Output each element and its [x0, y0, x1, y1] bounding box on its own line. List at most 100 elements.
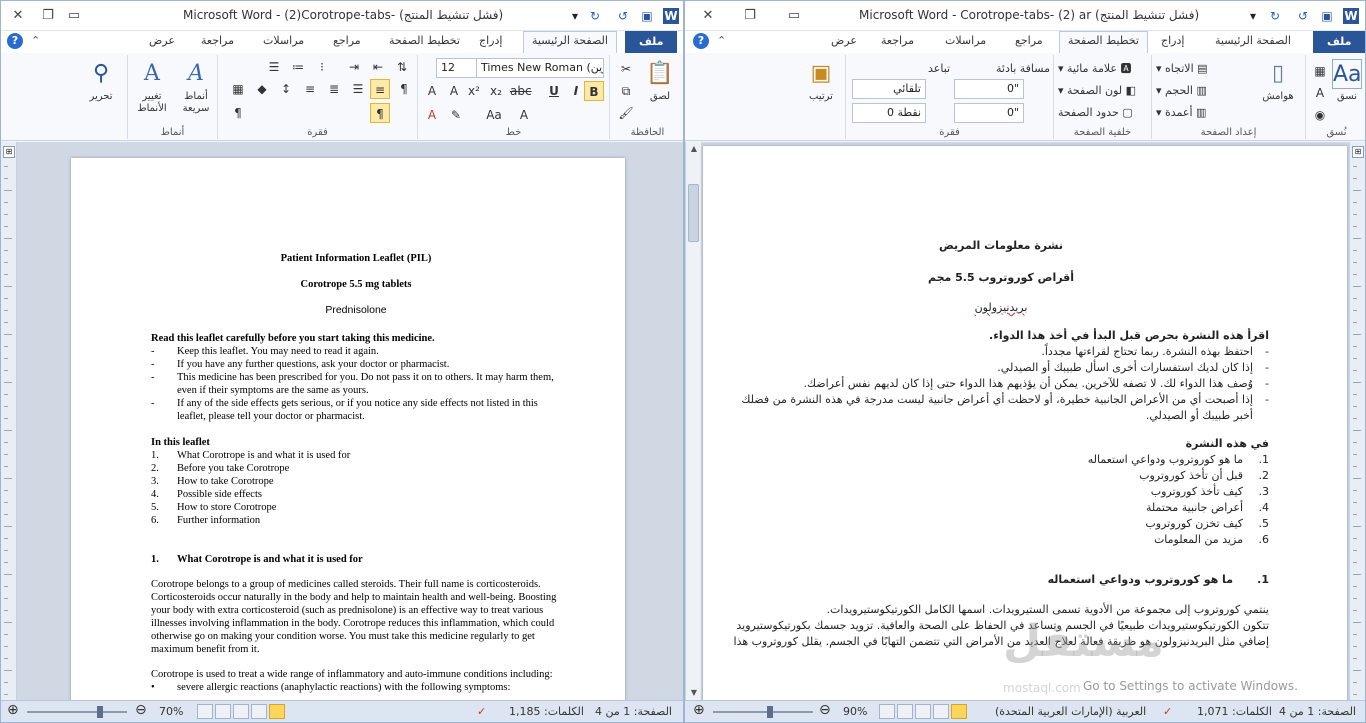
tab-references[interactable]: مراجع — [333, 34, 361, 47]
zoom-slider[interactable] — [713, 711, 813, 713]
proofing-icon[interactable]: ✓ — [477, 705, 486, 718]
underline-icon[interactable]: U — [544, 81, 564, 101]
help-icon[interactable]: ? — [7, 33, 23, 49]
page-color-button[interactable]: ▾ لون الصفحة ◧ — [1058, 81, 1136, 101]
tab-page-layout[interactable]: تخطيط الصفحة — [389, 34, 460, 47]
zoom-knob[interactable] — [767, 706, 773, 718]
scroll-up-icon[interactable]: ▲ — [686, 142, 702, 156]
redo-icon[interactable]: ↺ — [1295, 8, 1311, 24]
zoom-slider[interactable] — [27, 711, 127, 713]
clear-format-icon[interactable]: A — [514, 105, 534, 125]
strikethrough-icon[interactable]: abc — [510, 81, 532, 101]
view-web-icon[interactable] — [915, 704, 931, 719]
zoom-out-icon[interactable]: ⊖ — [135, 702, 147, 718]
superscript-icon[interactable]: x² — [464, 81, 484, 101]
center-icon[interactable]: ☰ — [348, 79, 368, 99]
tab-page-layout[interactable]: تخطيط الصفحة — [1059, 31, 1148, 53]
view-outline-icon[interactable] — [215, 704, 231, 719]
size-button[interactable]: ▾ الحجم ▥ — [1156, 81, 1207, 101]
line-spacing-icon[interactable]: ↕ — [276, 79, 296, 99]
view-draft-icon[interactable] — [197, 704, 213, 719]
cut-icon[interactable]: ✂ — [616, 59, 636, 79]
numbering-icon[interactable]: ≔ — [288, 57, 308, 77]
paste-button[interactable]: 📋 لصق — [638, 59, 682, 103]
collapse-ribbon-icon[interactable]: ⌃ — [717, 34, 726, 47]
redo-icon[interactable]: ↺ — [615, 8, 631, 24]
proofing-icon[interactable]: ✓ — [1163, 705, 1172, 718]
word-count[interactable]: الكلمات: 1,185 — [509, 705, 584, 718]
bold-icon[interactable]: B — [584, 81, 604, 101]
view-web-icon[interactable] — [233, 704, 249, 719]
tab-review[interactable]: مراجعة — [881, 34, 914, 47]
change-styles-button[interactable]: A تغيير الأنماط — [130, 59, 174, 115]
collapse-ribbon-icon[interactable]: ⌃ — [31, 34, 40, 47]
sort-icon[interactable]: ⇅ — [392, 57, 412, 77]
ruler-toggle-icon[interactable]: ⊞ — [3, 146, 15, 158]
customize-qat-icon[interactable]: ▾ — [1245, 8, 1261, 24]
highlight-icon[interactable]: ✎ — [446, 105, 466, 125]
vertical-scrollbar[interactable]: ▲ ▼ — [685, 142, 701, 700]
undo-icon[interactable]: ↻ — [587, 8, 603, 24]
tab-references[interactable]: مراجع — [1015, 34, 1043, 47]
document-page[interactable]: نشرة معلومات المريض أقراص كوروتروب 5.5 م… — [703, 146, 1347, 700]
align-left-icon[interactable]: ≣ — [324, 79, 344, 99]
spacing-before-input[interactable]: تلقائي — [852, 79, 926, 99]
view-print-icon[interactable] — [951, 704, 967, 719]
bullets-icon[interactable]: ⁝ — [312, 57, 332, 77]
decrease-indent-icon[interactable]: ⇤ — [368, 57, 388, 77]
ltr-icon[interactable]: ¶ — [370, 103, 390, 123]
page-count[interactable]: الصفحة: 1 من 4 — [595, 705, 672, 718]
increase-indent-icon[interactable]: ⇥ — [344, 57, 364, 77]
italic-icon[interactable]: I — [566, 81, 586, 101]
save-icon[interactable]: ▣ — [1319, 8, 1335, 24]
tab-file[interactable]: ملف — [625, 31, 678, 53]
rtl-icon[interactable]: ¶ — [394, 79, 414, 99]
show-marks-icon[interactable]: ¶ — [228, 103, 248, 123]
indent-right-input[interactable]: 0" — [954, 103, 1024, 123]
indent-left-input[interactable]: 0" — [954, 79, 1024, 99]
restore-icon[interactable]: ❐ — [741, 7, 759, 25]
format-painter-icon[interactable]: 🖌 — [616, 103, 636, 123]
document-page[interactable]: Patient Information Leaflet (PIL) Corotr… — [71, 158, 625, 700]
tab-insert[interactable]: إدراج — [479, 34, 502, 47]
minimize-icon[interactable]: ▭ — [785, 7, 803, 25]
view-reading-icon[interactable] — [251, 704, 267, 719]
tab-review[interactable]: مراجعة — [201, 34, 234, 47]
theme-fonts-icon[interactable]: A — [1310, 83, 1330, 103]
save-icon[interactable]: ▣ — [639, 8, 655, 24]
borders-icon[interactable]: ▦ — [228, 79, 248, 99]
editing-button[interactable]: ⚲ تحرير — [79, 59, 123, 103]
close-icon[interactable]: ✕ — [9, 7, 27, 25]
view-reading-icon[interactable] — [933, 704, 949, 719]
justify-icon[interactable]: ≡ — [300, 79, 320, 99]
zoom-level[interactable]: 70% — [159, 705, 183, 718]
theme-colors-icon[interactable]: ▦ — [1310, 61, 1330, 81]
close-icon[interactable]: ✕ — [699, 7, 717, 25]
grow-font-icon[interactable]: A — [422, 81, 442, 101]
view-outline-icon[interactable] — [897, 704, 913, 719]
view-draft-icon[interactable] — [879, 704, 895, 719]
zoom-knob[interactable] — [97, 706, 103, 718]
undo-icon[interactable]: ↻ — [1267, 8, 1283, 24]
subscript-icon[interactable]: x₂ — [486, 81, 506, 101]
minimize-icon[interactable]: ▭ — [65, 7, 83, 25]
shading-icon[interactable]: ◆ — [252, 79, 272, 99]
copy-icon[interactable]: ⧉ — [616, 81, 636, 101]
scroll-down-icon[interactable]: ▼ — [686, 686, 702, 700]
tab-file[interactable]: ملف — [1313, 31, 1365, 53]
tab-view[interactable]: عرض — [149, 34, 175, 47]
customize-qat-icon[interactable]: ▾ — [567, 8, 583, 24]
tab-home[interactable]: الصفحة الرئيسية — [523, 31, 617, 53]
ruler-toggle-icon[interactable]: ⊞ — [1352, 146, 1364, 158]
theme-effects-icon[interactable]: ◉ — [1310, 105, 1330, 125]
zoom-in-icon[interactable]: ⊕ — [693, 702, 705, 718]
multilevel-list-icon[interactable]: ☰ — [264, 57, 284, 77]
tab-mailings[interactable]: مراسلات — [263, 34, 304, 47]
restore-icon[interactable]: ❐ — [39, 7, 57, 25]
scroll-thumb[interactable] — [688, 184, 699, 242]
language-status[interactable]: العربية (الإمارات العربية المتحدة) — [995, 705, 1146, 718]
themes-button[interactable]: Aa نسق — [1328, 59, 1365, 103]
view-print-icon[interactable] — [269, 704, 285, 719]
tab-insert[interactable]: إدراج — [1161, 34, 1184, 47]
change-case-icon[interactable]: Aa — [484, 105, 504, 125]
